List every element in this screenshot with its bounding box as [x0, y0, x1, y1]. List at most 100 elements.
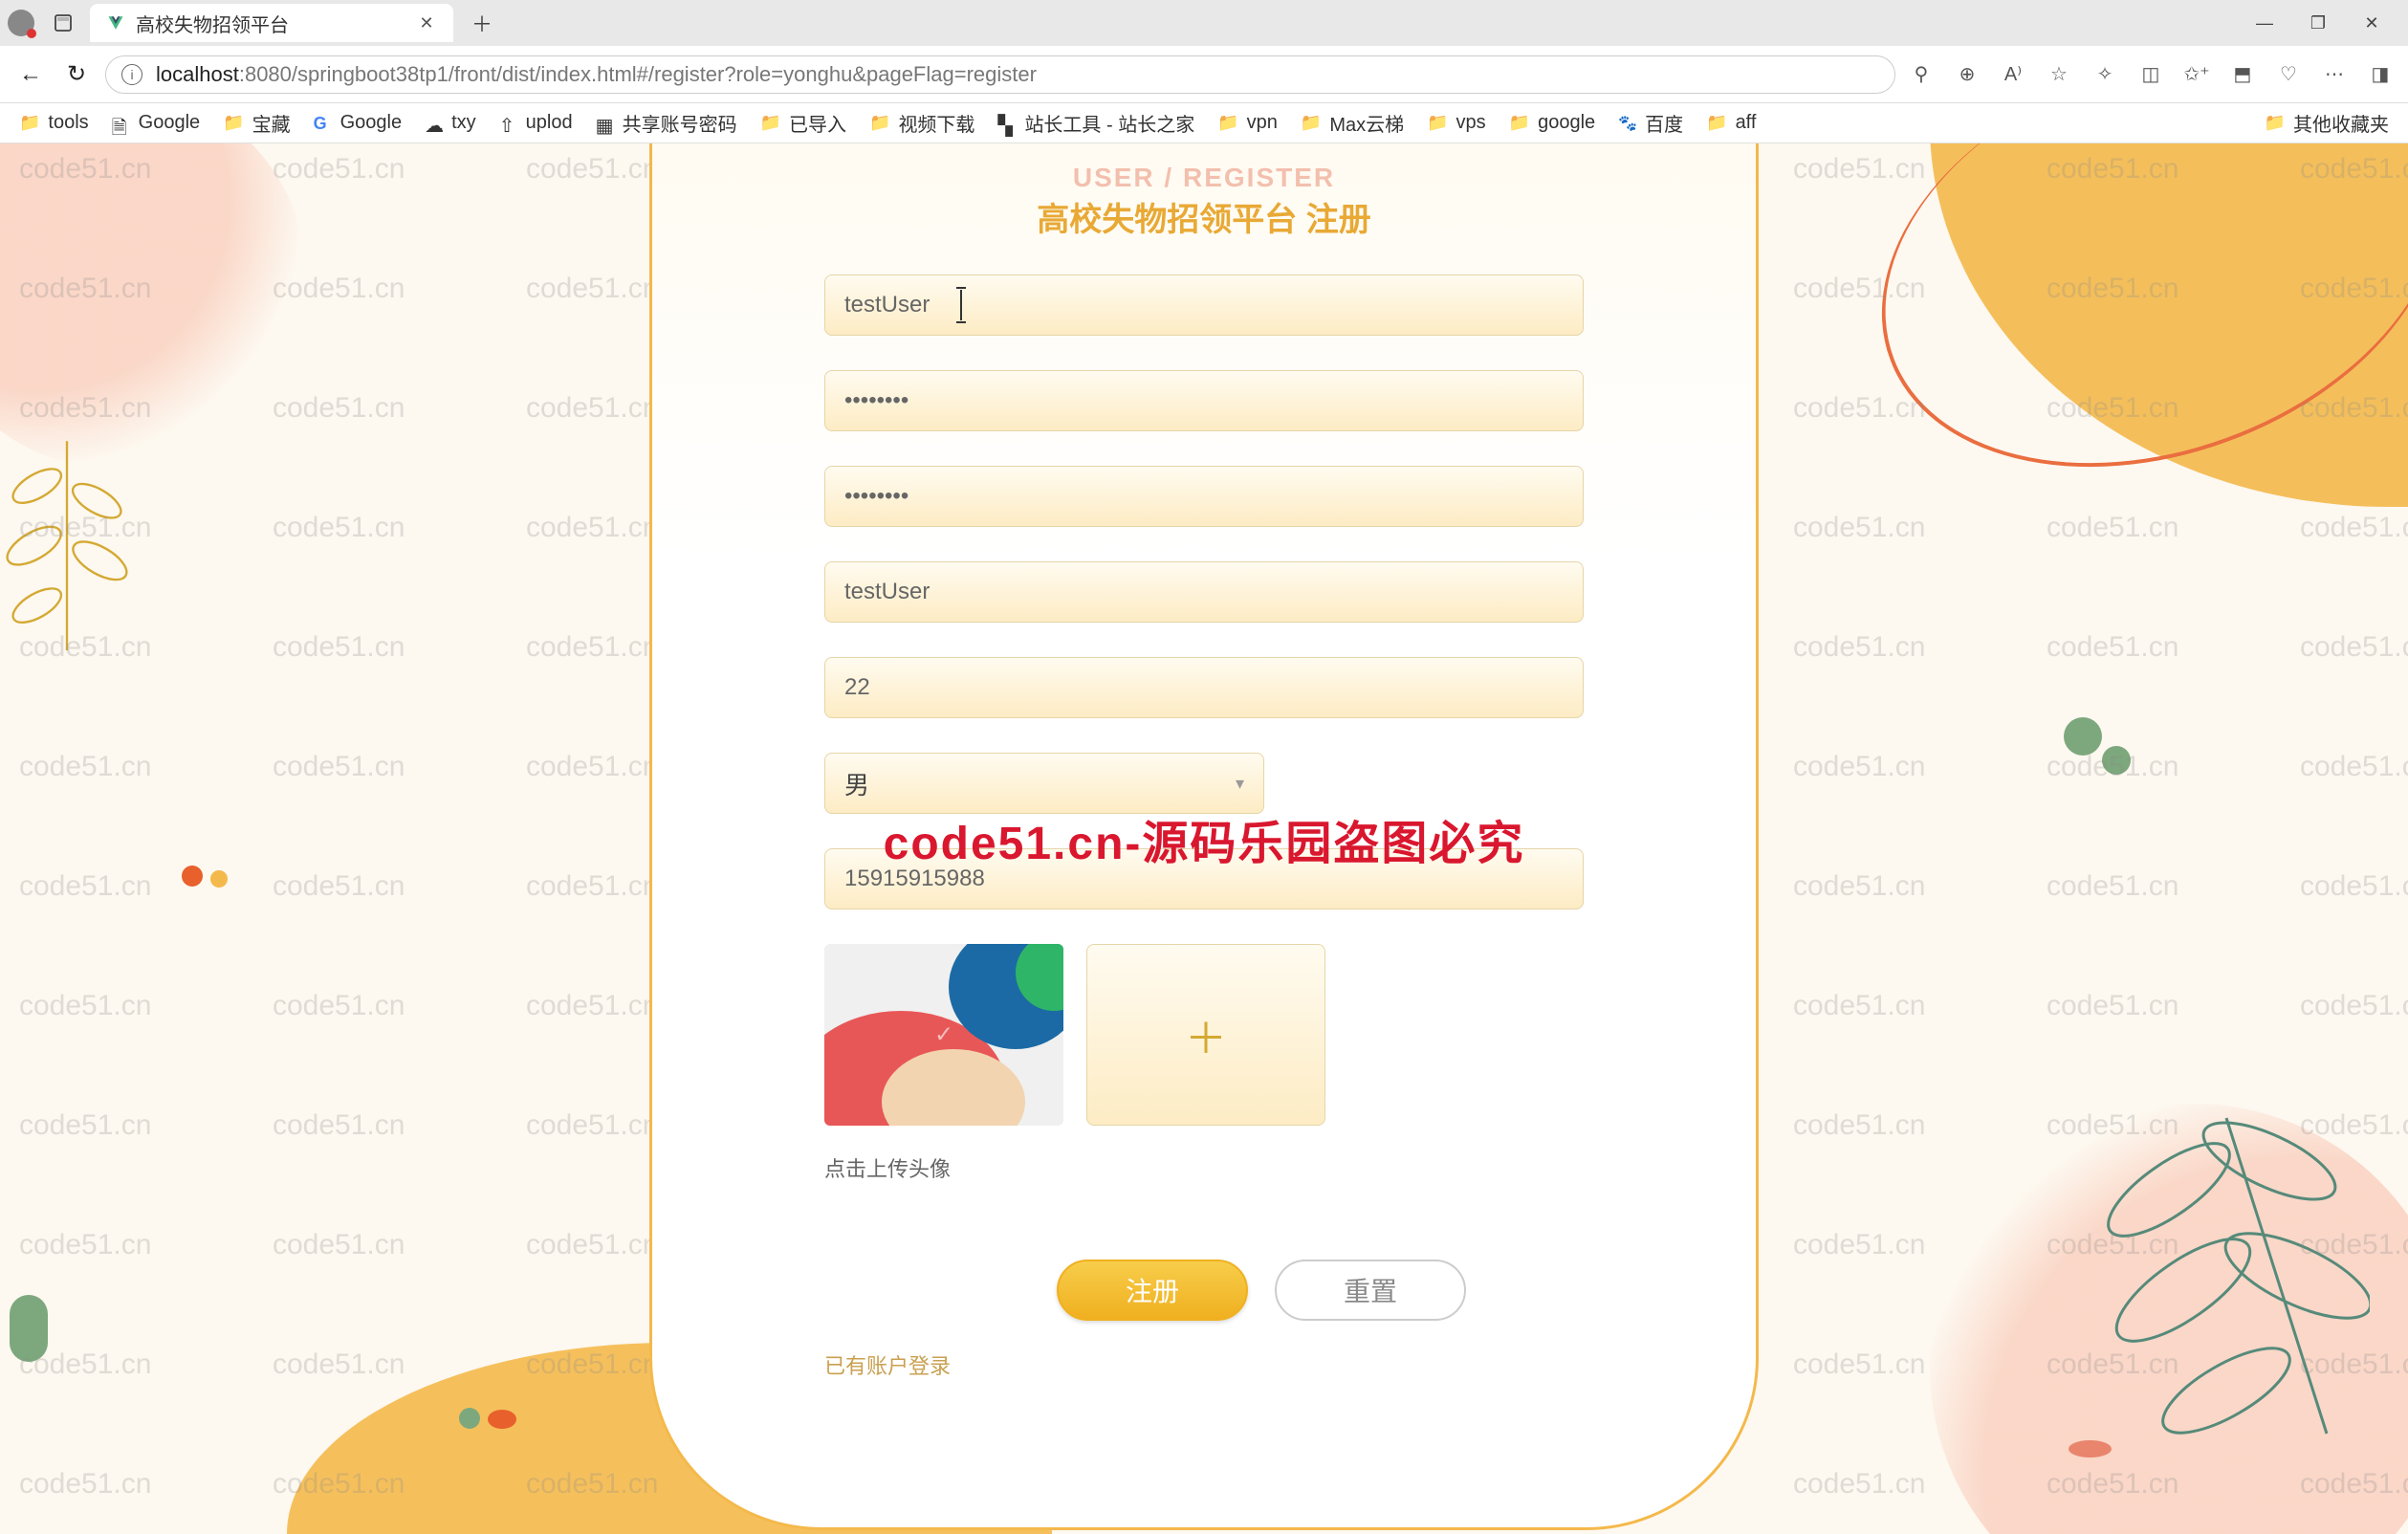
bookmark-item[interactable]: G Google [314, 112, 403, 134]
refresh-button[interactable]: ↻ [59, 57, 94, 92]
profile-icon[interactable] [8, 10, 34, 36]
plus-icon: ＋ [1185, 1004, 1227, 1065]
folder-icon: 📁 [869, 113, 890, 133]
baidu-icon: 🐾 [1618, 114, 1637, 133]
folder-icon: 📁 [2265, 113, 2286, 133]
bookmark-label: 视频下载 [898, 109, 974, 137]
zoom-icon[interactable]: ⊕ [1953, 60, 1981, 89]
maximize-button[interactable]: ❐ [2305, 10, 2331, 36]
minimize-button[interactable]: — [2251, 10, 2278, 36]
url-text: localhost:8080/springboot38tp1/front/dis… [156, 62, 1879, 87]
favorite-icon[interactable]: ☆ [2045, 60, 2073, 89]
text-cursor-icon [960, 290, 962, 320]
address-toolbar-icons: ⚲ ⊕ A⁾ ☆ ✧ ◫ ✩⁺ ⬒ ♡ ⋯ ◨ [1907, 60, 2395, 89]
bookmark-label: tools [48, 112, 88, 134]
split-icon[interactable]: ◫ [2136, 60, 2165, 89]
bookmark-item[interactable]: ▦共享账号密码 [596, 109, 737, 137]
bookmark-item[interactable]: 📁Max云梯 [1301, 109, 1404, 137]
decor-dot [2069, 1440, 2112, 1457]
confirm-password-input[interactable] [824, 466, 1584, 527]
tab-title: 高校失物招领平台 [136, 10, 417, 37]
site-info-icon[interactable]: i [121, 64, 142, 85]
bookmark-item[interactable]: 🗎 Google [112, 112, 201, 134]
decor-dot [182, 866, 203, 887]
downloads-icon[interactable]: ⬒ [2228, 60, 2257, 89]
tab-overview-button[interactable] [46, 6, 80, 40]
bookmark-label: vpn [1247, 112, 1278, 134]
avatar-thumbnail[interactable]: ✓ [824, 944, 1063, 1126]
bookmark-item[interactable]: 📁aff [1706, 112, 1756, 134]
folder-icon: 📁 [1427, 113, 1448, 133]
bookmark-label: Google [139, 112, 201, 134]
reset-button[interactable]: 重置 [1275, 1260, 1466, 1321]
check-icon: ✓ [934, 1021, 953, 1049]
bookmark-label: aff [1736, 112, 1757, 134]
decor-leaf-icon [0, 411, 143, 650]
folder-icon: 📁 [1217, 113, 1238, 133]
bookmark-item[interactable]: 📁宝藏 [223, 109, 290, 137]
bookmark-label: 宝藏 [252, 109, 291, 137]
gender-value: 男 [844, 766, 869, 801]
overlay-watermark-text: code51.cn-源码乐园盗图必究 [884, 805, 1525, 872]
folder-icon: 📁 [1509, 113, 1530, 133]
bookmark-item[interactable]: 📁 tools [19, 112, 89, 134]
bookmark-label: 站长工具 - 站长之家 [1024, 109, 1194, 137]
bookmark-label: google [1538, 112, 1595, 134]
cloud-icon: ☁ [425, 114, 444, 133]
new-tab-button[interactable]: ＋ [465, 6, 499, 40]
bookmark-item[interactable]: 📁 google [1509, 112, 1595, 134]
decor-blob [1930, 143, 2408, 507]
extensions-icon[interactable]: ✧ [2091, 60, 2119, 89]
button-row: 注册 重置 [939, 1260, 1584, 1321]
bookmark-other[interactable]: 📁 其他收藏夹 [2265, 109, 2389, 137]
username-input[interactable] [824, 274, 1584, 336]
avatar-add-button[interactable]: ＋ [1086, 944, 1325, 1126]
decor-dot [2102, 746, 2131, 775]
bookmark-item[interactable]: ☁ txy [425, 112, 476, 134]
form-heading-en: USER / REGISTER [824, 163, 1584, 193]
bookmark-item[interactable]: 📁已导入 [760, 109, 846, 137]
window-controls: — ❐ ✕ [2251, 10, 2408, 36]
password-input[interactable] [824, 370, 1584, 431]
more-icon[interactable]: ⋯ [2320, 60, 2349, 89]
age-input[interactable] [824, 657, 1584, 718]
google-icon: G [314, 114, 333, 133]
decor-dot [459, 1408, 480, 1429]
bookmark-item[interactable]: 📁 视频下载 [869, 109, 974, 137]
decor-dot [210, 870, 228, 888]
bookmark-item[interactable]: 📁 vps [1427, 112, 1486, 134]
close-window-button[interactable]: ✕ [2358, 10, 2385, 36]
performance-icon[interactable]: ♡ [2274, 60, 2303, 89]
bookmark-item[interactable]: 📁 vpn [1217, 112, 1278, 134]
tab-close-button[interactable]: ✕ [417, 13, 436, 33]
bookmark-item[interactable]: ▚站长工具 - 站长之家 [997, 109, 1194, 137]
folder-icon: 📁 [1301, 113, 1322, 133]
bookmark-label: vps [1456, 112, 1486, 134]
bookmark-item[interactable]: 🐾 百度 [1618, 109, 1683, 137]
folder-icon: 📁 [19, 113, 40, 133]
browser-tab[interactable]: 高校失物招领平台 ✕ [90, 4, 453, 42]
tab-favicon-icon [107, 14, 124, 32]
read-aloud-icon[interactable]: A⁾ [1999, 60, 2027, 89]
address-bar: ← ↻ i localhost:8080/springboot38tp1/fro… [0, 46, 2408, 103]
collections-icon[interactable]: ✩⁺ [2182, 60, 2211, 89]
login-link[interactable]: 已有账户登录 [824, 1349, 1584, 1380]
bookmark-label: uplod [526, 112, 573, 134]
page-content: code51.cncode51.cncode51.cncode51.cncode… [0, 143, 2408, 1534]
url-bar[interactable]: i localhost:8080/springboot38tp1/front/d… [105, 55, 1895, 94]
folder-icon: 📁 [760, 113, 781, 133]
search-icon[interactable]: ⚲ [1907, 60, 1936, 89]
nickname-input[interactable] [824, 561, 1584, 623]
bookmark-label: 共享账号密码 [623, 109, 737, 137]
sidebar-toggle-icon[interactable]: ◨ [2366, 60, 2395, 89]
back-button[interactable]: ← [13, 57, 48, 92]
bookmarks-bar: 📁tools🗎Google📁宝藏GGoogle☁txy⇧uplod▦共享账号密码… [0, 103, 2408, 143]
decor-dot [10, 1295, 48, 1362]
page-icon: 🗎 [112, 114, 131, 133]
decor-dot [488, 1410, 516, 1429]
bookmark-label: Google [340, 112, 403, 134]
bookmark-item[interactable]: ⇧uplod [499, 112, 573, 134]
bookmark-label: 百度 [1645, 109, 1683, 137]
register-button[interactable]: 注册 [1057, 1260, 1248, 1321]
bookmark-label: txy [451, 112, 476, 134]
